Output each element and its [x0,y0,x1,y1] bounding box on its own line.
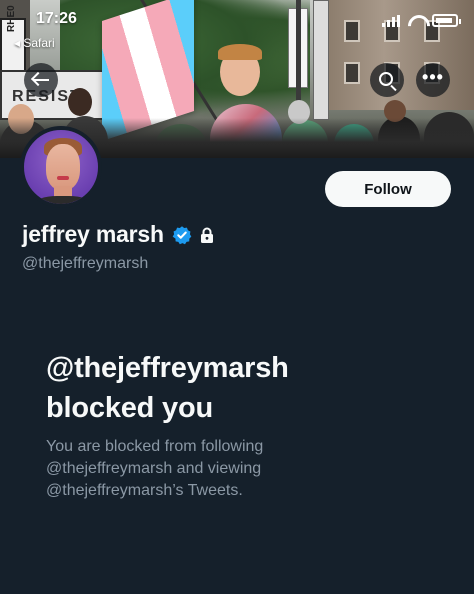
battery-icon [432,14,461,27]
arrow-left-icon [33,79,49,81]
status-bar: 17:26 ◂ Safari [0,0,474,54]
blocked-description-line: @thejeffreymarsh and viewing [46,460,262,477]
blocked-title-handle: @thejeffreymarsh [46,352,289,384]
profile-name-row: jeffrey marsh [22,221,214,248]
wifi-icon [408,15,424,27]
crowd-person-head [68,88,92,116]
profile-handle: @thejeffreymarsh [22,255,149,272]
back-to-app-caret-icon: ◂ [14,36,21,50]
more-options-button[interactable]: ••• [416,63,450,97]
blocked-description: You are blocked from following @thejeffr… [46,436,406,502]
search-button[interactable] [370,63,404,97]
blocked-title: @thejeffreymarsh blocked you [46,348,446,428]
back-button[interactable] [24,63,58,97]
status-time: 17:26 [36,10,77,27]
search-icon [378,71,393,86]
blocked-description-line: @thejeffreymarsh’s Tweets. [46,482,243,499]
display-name: jeffrey marsh [22,221,164,247]
profile-screen: RHE0 RESIST 17:26 ◂ Safari ••• Follow je… [0,0,474,594]
lock-icon [200,227,214,243]
blocked-title-text: blocked you [46,392,213,424]
more-icon: ••• [422,67,444,87]
status-icons [382,14,461,27]
back-to-app-link[interactable]: ◂ Safari [14,36,55,50]
follow-button[interactable]: Follow [325,171,451,207]
profile-avatar[interactable] [20,126,102,208]
verified-badge-icon[interactable] [172,225,192,245]
signal-icon [382,14,400,27]
blocked-description-line: You are blocked from following [46,438,264,455]
back-to-app-label: Safari [23,36,55,50]
